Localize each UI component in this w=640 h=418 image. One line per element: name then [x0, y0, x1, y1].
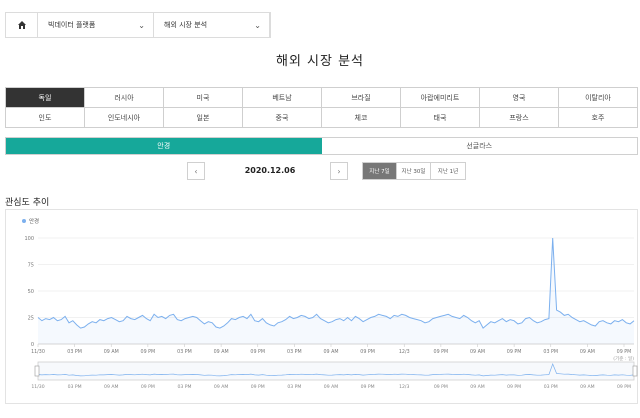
x-tick-label: 11/30 [31, 349, 45, 355]
navigator-tick-label: 03 PM [544, 384, 558, 390]
x-tick-label: 09 AM [104, 349, 119, 355]
current-date: 2020.12.06 [244, 166, 296, 175]
breadcrumb-label: 해외 시장 분석 [164, 21, 208, 29]
home-icon [17, 21, 26, 29]
country-tab[interactable]: 베트남 [243, 88, 322, 108]
region-tab[interactable]: 안경 [6, 138, 322, 154]
navigator-tick-label: 09 PM [141, 384, 155, 390]
prev-date-button[interactable]: ‹ [187, 162, 205, 180]
breadcrumb-item-market[interactable]: 해외 시장 분석 ⌄ [154, 13, 270, 37]
x-tick-label: 09 PM [507, 349, 522, 355]
navigator-tick-label: 09 AM [324, 384, 338, 390]
section-title: 관심도 추이 [5, 198, 50, 208]
chevron-down-icon: ⌄ [138, 20, 145, 30]
y-tick-label: 25 [28, 316, 34, 322]
country-tab[interactable]: 아랍에미리트 [401, 88, 480, 108]
country-tab[interactable]: 프랑스 [480, 108, 559, 128]
period-button[interactable]: 지난 30일 [397, 163, 431, 179]
page-title: 해외 시장 분석 [275, 54, 365, 69]
x-tick-label: 09 PM [617, 349, 632, 355]
chevron-down-icon: ⌄ [254, 20, 261, 30]
navigator-tick-label: 03 PM [68, 384, 82, 390]
y-tick-label: 50 [28, 289, 34, 295]
navigator-tick-label: 09 AM [470, 384, 484, 390]
chevron-right-icon: › [337, 166, 341, 176]
x-tick-label: 09 AM [214, 349, 229, 355]
x-tick-label: 09 PM [141, 349, 156, 355]
x-tick-label: 09 AM [470, 349, 485, 355]
x-tick-label: 09 AM [580, 349, 595, 355]
chevron-left-icon: ‹ [194, 166, 198, 176]
x-tick-label: 12/3 [399, 349, 410, 355]
navigator-tick-label: 09 AM [104, 384, 118, 390]
navigator-tick-label: 12/3 [399, 384, 409, 390]
country-tab[interactable]: 브라질 [322, 88, 401, 108]
x-tick-label: 09 AM [323, 349, 338, 355]
x-tick-label: 03 PM [543, 349, 558, 355]
navigator-tick-label: 03 PM [177, 384, 191, 390]
country-tab[interactable]: 중국 [243, 108, 322, 128]
interest-trend-chart: 안경 100 75 50 25 0 11/30 03 PM 09 AM 09 PM 03 PM 09… [5, 209, 638, 404]
y-tick-label: 75 [28, 263, 34, 269]
x-tick-label: 09 PM [360, 349, 375, 355]
navigator-tick-label: 09 PM [251, 384, 265, 390]
country-tab[interactable]: 호주 [559, 108, 638, 128]
country-tab[interactable]: 러시아 [85, 88, 164, 108]
country-tab[interactable]: 일본 [164, 108, 243, 128]
x-tick-label: 09 PM [250, 349, 265, 355]
country-tab[interactable]: 태국 [401, 108, 480, 128]
navigator-tick-label: 11/30 [31, 384, 44, 390]
x-tick-label: 03 PM [287, 349, 302, 355]
breadcrumb-item-platform[interactable]: 빅데이터 플랫폼 ⌄ [38, 13, 154, 37]
region-tabs: 안경 선글라스 [5, 137, 638, 155]
navigator-tick-label: 09 AM [580, 384, 594, 390]
breadcrumb-label: 빅데이터 플랫폼 [48, 21, 96, 29]
next-date-button[interactable]: › [330, 162, 348, 180]
x-tick-label: 09 PM [434, 349, 449, 355]
country-tab[interactable]: 이탈리아 [559, 88, 638, 108]
chart-canvas: 100755025011/30 03 PM 09 AM 09 PM 03 PM 09 AM… [24, 236, 638, 390]
home-button[interactable] [6, 13, 38, 37]
period-button[interactable]: 지난 7일 [363, 163, 397, 179]
country-tab[interactable]: 독일 [6, 88, 85, 108]
navigator-tick-label: 09 AM [214, 384, 228, 390]
country-tab[interactable]: 영국 [480, 88, 559, 108]
country-tab[interactable]: 인도 [6, 108, 85, 128]
series-line [37, 237, 635, 329]
navigator-tick-label: 09 PM [361, 384, 375, 390]
country-tab[interactable]: 미국 [164, 88, 243, 108]
navigator-tick-label: 09 PM [434, 384, 448, 390]
date-navigation: ‹ 2020.12.06 › 지난 7일 지난 30일 지난 1년 [0, 162, 640, 182]
period-selector: 지난 7일 지난 30일 지난 1년 [362, 162, 466, 180]
region-tab[interactable]: 선글라스 [321, 138, 637, 154]
x-tick-label: 03 PM [177, 349, 192, 355]
country-tab[interactable]: 인도네시아 [85, 108, 164, 128]
x-tick-label: 03 PM [67, 349, 82, 355]
navigator-tick-label: 09 PM [507, 384, 521, 390]
breadcrumb: 빅데이터 플랫폼 ⌄ 해외 시장 분석 ⌄ [5, 12, 271, 38]
navigator-handle-left [34, 365, 40, 377]
country-tab[interactable]: 체코 [322, 108, 401, 128]
country-grid: 독일 러시아 미국 베트남 브라질 아랍에미리트 영국 이탈리아인도 인도네시아 일본 중국 체코 태국… [5, 87, 638, 128]
y-tick-label: 100 [24, 236, 34, 242]
period-button[interactable]: 지난 1년 [431, 163, 465, 179]
y-tick-label: 0 [31, 342, 34, 348]
navigator-tick-label: 03 PM [287, 384, 301, 390]
navigator-tick-label: 09 PM [617, 384, 631, 390]
navigator-track [37, 361, 635, 381]
timezone-note: (기준 : 일) [613, 355, 634, 362]
navigator-handle-right [632, 365, 638, 377]
